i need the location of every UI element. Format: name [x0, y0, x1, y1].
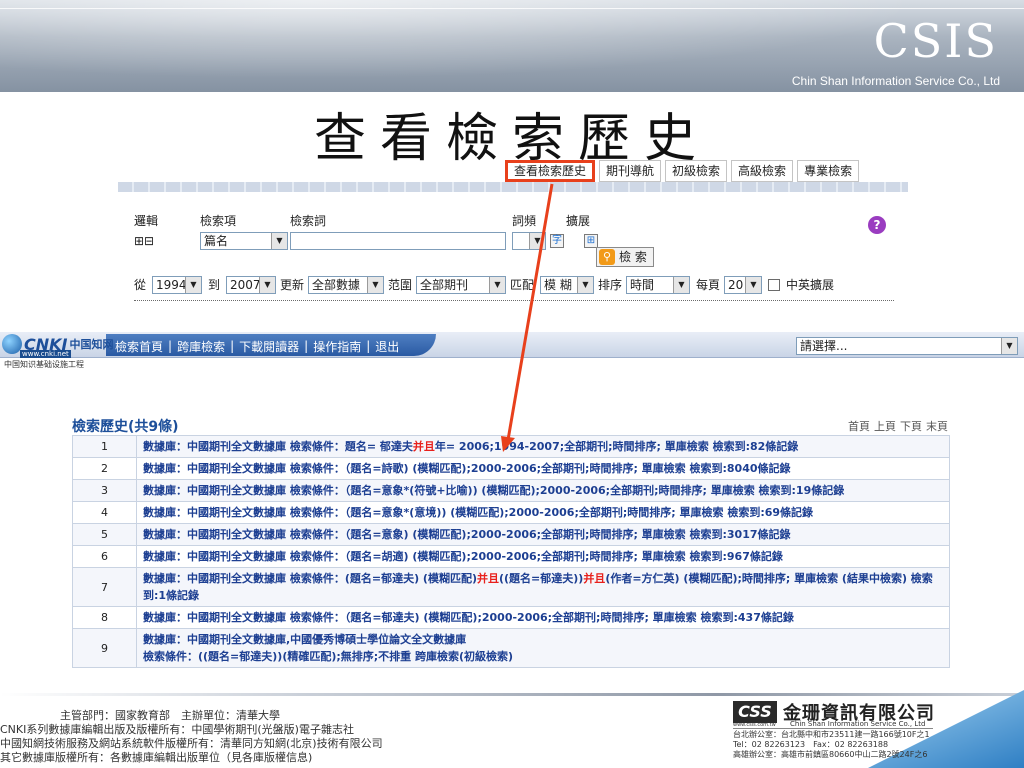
company-divider [733, 728, 933, 729]
address-line-3: 高雄辦公室：高雄市前鎮區80660中山二路2號24F之6 [733, 750, 928, 759]
footer-line-3: 中國知網技術服務及網站系統軟件版權所有：清華同方知網(北京)技術有限公司 [0, 737, 383, 750]
address-line-2: Tel：02 82263123 Fax：02 82263188 [733, 740, 889, 749]
company-mark: CSS [733, 701, 777, 723]
footer-line-4: 其它數據庫版權所有：各數據庫編輯出版單位（見各庫版權信息) [0, 751, 313, 764]
address-line-1: 台北辦公室：台北縣中和市23511建一路166號10F之1 [733, 730, 930, 739]
footer-line-1: 主管部門：國家教育部 主辦單位：清華大學 [60, 709, 280, 722]
annotation-arrow [501, 183, 554, 452]
footer-line-2: CNKI系列數據庫編輯出版及版權所有：中國學術期刊(光盤版)電子雜志社 [0, 723, 354, 736]
company-english-name: Chin Shan Information Service Co., Ltd [790, 720, 926, 728]
footer-copyright: 主管部門：國家教育部 主辦單位：清華大學 CNKI系列數據庫編輯出版及版權所有：… [0, 709, 383, 765]
company-address: 台北辦公室：台北縣中和市23511建一路166號10F之1 Tel：02 822… [733, 730, 930, 760]
footer-divider [0, 693, 1024, 696]
